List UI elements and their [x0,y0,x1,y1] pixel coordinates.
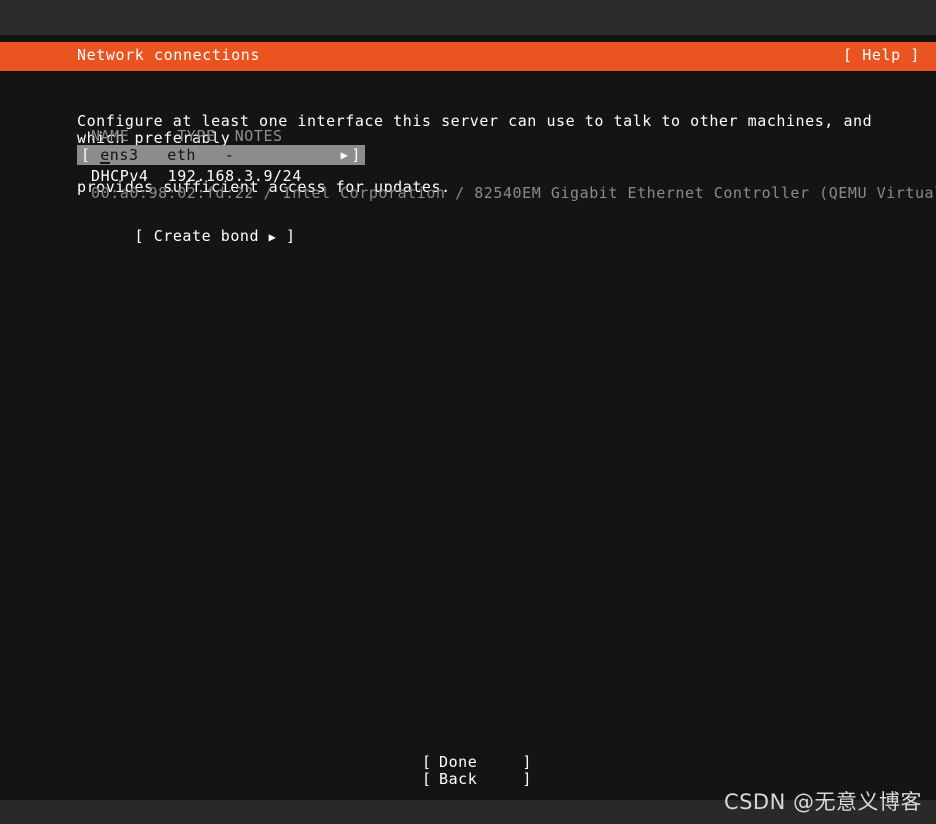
window-chrome-top [0,0,936,35]
chevron-right-icon: ▶ [341,147,352,163]
screen: Network connections [ Help ] Configure a… [0,0,936,824]
done-button-label: Done [439,754,477,770]
bracket-left: [ [135,227,145,245]
bracket-right: ] [351,147,361,163]
table-column-headers: NAME TYPE NOTES [77,128,897,145]
header-band: Network connections [ Help ] [0,42,936,71]
bracket-left: [ [422,771,432,787]
back-button[interactable]: [ Back ] [422,771,532,788]
installer-terminal: Network connections [ Help ] Configure a… [0,35,936,800]
page-title: Network connections [77,47,260,63]
network-interface-table: NAME TYPE NOTES [ ens3 eth - ▶ ] DHCPv4 … [77,128,897,202]
action-buttons: [ Done ] [ Back ] [422,754,532,788]
interface-name-cells: ens3 eth - [91,147,235,164]
done-button[interactable]: [ Done ] [422,754,532,771]
interface-row-text: ns3 eth - [110,146,235,164]
bracket-left: [ [422,754,432,770]
create-bond-label: Create bond [154,227,259,245]
create-bond-button[interactable]: [ Create bond ▶ ] [77,212,296,261]
bracket-right: ] [286,227,296,245]
bracket-left: [ [81,147,91,163]
table-row-ens3[interactable]: [ ens3 eth - ▶ ] [77,145,365,165]
interface-hardware-line: 00:a0:98:02:fd:22 / Intel Corporation / … [77,185,897,202]
bracket-right: ] [522,771,532,787]
watermark: CSDN @无意义博客 [724,790,922,814]
bracket-right: ] [522,754,532,770]
help-button[interactable]: [ Help ] [843,47,920,63]
back-button-label: Back [439,771,477,787]
interface-address-line: DHCPv4 192.168.3.9/24 [77,165,897,185]
cursor-character: e [100,148,110,164]
